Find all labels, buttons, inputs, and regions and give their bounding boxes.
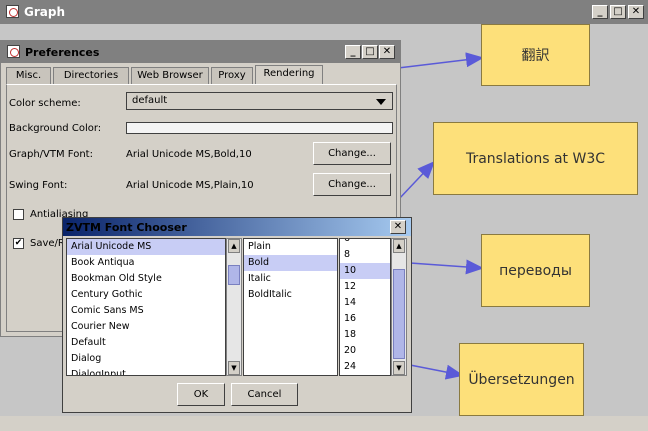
list-item[interactable]: BoldItalic (244, 287, 337, 303)
graph-font-value: Arial Unicode MS,Bold,10 (126, 149, 252, 160)
close-button[interactable]: ✕ (379, 45, 395, 59)
list-item[interactable]: Bookman Old Style (67, 271, 225, 287)
preferences-title: Preferences (25, 46, 100, 59)
list-item[interactable]: DialogInput (67, 367, 225, 375)
minimize-button[interactable]: _ (345, 45, 361, 59)
list-item[interactable]: Arial Unicode MS (67, 239, 225, 255)
list-item[interactable]: Italic (244, 271, 337, 287)
swing-font-label: Swing Font: (9, 180, 68, 191)
tab-rendering[interactable]: Rendering (255, 65, 323, 84)
scroll-down-button[interactable]: ▼ (393, 361, 405, 375)
list-item[interactable]: 20 (340, 343, 390, 359)
edge-to-node-4 (409, 364, 464, 380)
graph-node[interactable]: переводы (481, 234, 590, 307)
scroll-down-button[interactable]: ▼ (228, 361, 240, 375)
antialiasing-checkbox[interactable] (13, 209, 24, 220)
cancel-button[interactable]: Cancel (231, 383, 298, 406)
font-chooser-title-bar: ZVTM Font Chooser ✕ (63, 218, 411, 236)
graph-node[interactable]: 翻訳 (481, 24, 590, 86)
background-color-label: Background Color: (9, 123, 102, 134)
list-item[interactable]: 8 (340, 247, 390, 263)
save-remember-label: Save/R (30, 238, 65, 249)
background-color-swatch[interactable] (126, 122, 393, 134)
list-item[interactable]: Courier New (67, 319, 225, 335)
font-chooser-dialog: ZVTM Font Chooser ✕ Arial Unicode MS Boo… (62, 217, 412, 413)
tab-misc[interactable]: Misc. (6, 67, 51, 84)
list-item[interactable]: Century Gothic (67, 287, 225, 303)
font-style-list[interactable]: Plain Bold Italic BoldItalic (243, 238, 338, 376)
color-scheme-label: Color scheme: (9, 98, 81, 109)
preferences-title-bar: Preferences _ □ ✕ (1, 41, 400, 63)
list-item[interactable]: Default (67, 335, 225, 351)
ok-button[interactable]: OK (177, 383, 225, 406)
edge-to-node-2 (397, 160, 436, 201)
list-item[interactable]: 6 (340, 239, 390, 247)
change-swing-font-button[interactable]: Change... (313, 173, 391, 196)
maximize-button[interactable]: □ (362, 45, 378, 59)
close-button[interactable]: ✕ (390, 220, 406, 234)
list-item[interactable]: Dialog (67, 351, 225, 367)
font-chooser-title: ZVTM Font Chooser (66, 221, 187, 234)
font-family-list[interactable]: Arial Unicode MS Book Antiqua Bookman Ol… (66, 238, 226, 376)
tab-directories[interactable]: Directories (53, 67, 129, 84)
edge-to-node-3 (409, 259, 484, 275)
scroll-up-button[interactable]: ▲ (393, 239, 405, 253)
graph-font-label: Graph/VTM Font: (9, 149, 93, 160)
font-size-scrollbar[interactable]: ▲ ▼ (391, 238, 407, 376)
scroll-thumb[interactable] (393, 269, 405, 359)
list-item[interactable]: 12 (340, 279, 390, 295)
chevron-down-icon (376, 99, 386, 105)
list-item[interactable]: Book Antiqua (67, 255, 225, 271)
app-icon (7, 45, 20, 58)
edge-to-node-1 (397, 52, 484, 69)
graph-node[interactable]: Translations at W3C (433, 122, 638, 195)
font-family-scrollbar[interactable]: ▲ ▼ (226, 238, 242, 376)
swing-font-value: Arial Unicode MS,Plain,10 (126, 180, 254, 191)
list-item[interactable]: 16 (340, 311, 390, 327)
list-item[interactable]: 14 (340, 295, 390, 311)
graph-node[interactable]: Übersetzungen (459, 343, 584, 416)
save-remember-checkbox[interactable]: ✔ (13, 238, 24, 249)
list-item[interactable]: Bold (244, 255, 337, 271)
change-graph-font-button[interactable]: Change... (313, 142, 391, 165)
font-size-list[interactable]: 6 8 10 12 14 16 18 20 24 (339, 238, 391, 376)
tab-proxy[interactable]: Proxy (211, 67, 253, 84)
list-item[interactable]: 18 (340, 327, 390, 343)
list-item[interactable]: Comic Sans MS (67, 303, 225, 319)
color-scheme-select[interactable]: default (126, 92, 393, 110)
color-scheme-value: default (132, 95, 168, 106)
scroll-up-button[interactable]: ▲ (228, 239, 240, 253)
list-item[interactable]: 24 (340, 359, 390, 375)
tab-web-browser[interactable]: Web Browser (131, 67, 209, 84)
list-item[interactable]: 10 (340, 263, 390, 279)
scroll-thumb[interactable] (228, 265, 240, 285)
list-item[interactable]: Plain (244, 239, 337, 255)
